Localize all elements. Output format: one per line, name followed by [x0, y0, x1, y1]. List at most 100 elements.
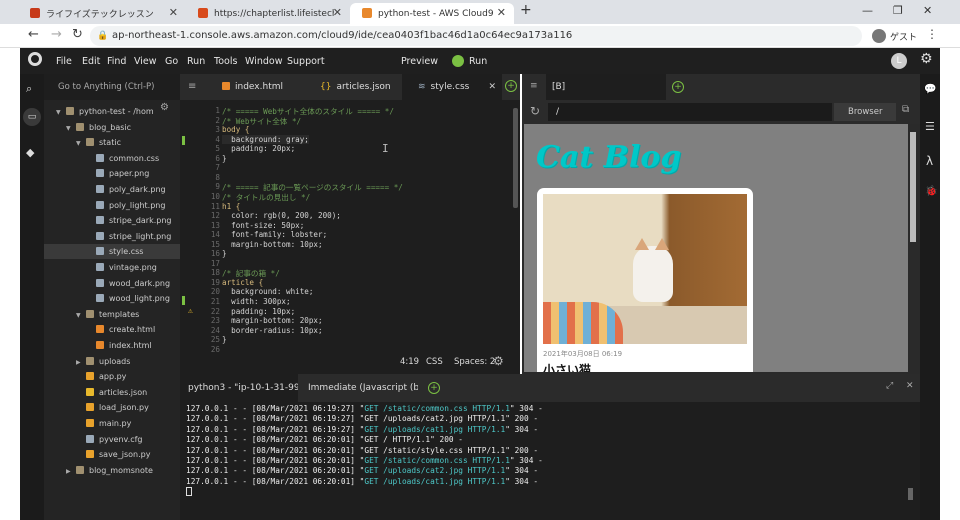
browser-tab-active[interactable]: python-test - AWS Cloud9 ✕ — [350, 3, 514, 24]
file-tree-item[interactable]: create.html — [44, 322, 180, 337]
chevron-down-icon[interactable]: ▼ — [66, 121, 76, 136]
environment-folder-icon[interactable]: ▭ — [23, 108, 41, 126]
close-tab-icon[interactable]: ✕ — [333, 6, 342, 19]
close-tab-icon[interactable]: ✕ — [169, 6, 178, 19]
file-tree-item[interactable]: pyvenv.cfg — [44, 432, 180, 447]
cat-ear — [635, 238, 649, 250]
file-tree-item[interactable]: poly_light.png — [44, 198, 180, 213]
preview-tab[interactable]: [B] https://cea0403f1bac4 — [546, 74, 666, 118]
lambda-icon[interactable]: λ — [926, 154, 933, 168]
run-button[interactable]: Run — [469, 56, 487, 67]
tab-index-html[interactable]: index.html — [206, 74, 302, 100]
search-icon[interactable]: ⌕ — [26, 82, 32, 96]
preview-button[interactable]: Preview — [401, 56, 438, 67]
log-prefix: 127.0.0.1 - - [08/Mar/2021 06:19:27] " — [186, 414, 365, 424]
pop-out-icon[interactable]: ⧉ — [902, 104, 909, 115]
address-bar[interactable]: 🔒 ap-northeast-1.console.aws.amazon.com/… — [90, 26, 862, 46]
settings-gear-icon[interactable]: ⚙ — [920, 51, 933, 67]
restore-button[interactable]: ❐ — [893, 4, 903, 17]
settings-gear-icon[interactable]: ⚙ — [493, 354, 504, 368]
chevron-down-icon[interactable]: ▼ — [76, 308, 86, 323]
menu-support[interactable]: Support — [287, 56, 325, 67]
file-tree-item[interactable]: wood_light.png — [44, 291, 180, 306]
refresh-icon[interactable]: ↻ — [530, 104, 540, 118]
file-tree-item[interactable]: ▼ blog_basic — [44, 120, 180, 135]
indentation-setting[interactable]: Spaces: 2 — [454, 357, 495, 367]
file-tree-item[interactable]: common.css — [44, 151, 180, 166]
maximize-panel-icon[interactable]: ⤢ — [886, 381, 893, 391]
file-tree-item[interactable]: style.css — [44, 244, 180, 260]
menu-view[interactable]: View — [134, 56, 157, 67]
debugger-icon[interactable]: 🐞 — [925, 186, 937, 197]
file-tree-item[interactable]: stripe_dark.png — [44, 213, 180, 228]
go-to-anything-input[interactable]: Go to Anything (Ctrl-P) — [44, 74, 180, 100]
tab-style-css[interactable]: ≋ style.css ✕ — [402, 74, 502, 100]
user-avatar[interactable]: L — [891, 53, 907, 69]
file-tree-item[interactable]: vintage.png — [44, 260, 180, 275]
chevron-down-icon[interactable]: ▼ — [56, 105, 66, 120]
file-tree-item[interactable]: wood_dark.png — [44, 276, 180, 291]
file-tree-item[interactable]: load_json.py — [44, 400, 180, 415]
menu-edit[interactable]: Edit — [82, 56, 100, 67]
file-tree-item[interactable]: app.py — [44, 369, 180, 384]
source-control-icon[interactable]: ◆ — [26, 146, 34, 159]
add-tab-icon[interactable]: + — [428, 382, 440, 394]
forward-arrow-icon[interactable]: → — [51, 27, 62, 42]
file-tree-item[interactable]: poly_dark.png — [44, 182, 180, 197]
chevron-right-icon[interactable]: ▶ — [66, 464, 76, 479]
terminal-line: 127.0.0.1 - - [08/Mar/2021 06:20:01] "GE… — [186, 446, 914, 456]
tab-python3-terminal[interactable]: python3 - "ip-10-1-31-99.i — [180, 374, 298, 402]
line-number: 23 — [210, 316, 220, 326]
terminal-scrollbar[interactable] — [908, 488, 913, 500]
file-tree-item[interactable]: articles.json — [44, 385, 180, 400]
code-line: } — [222, 153, 227, 163]
language-mode[interactable]: CSS — [426, 357, 443, 367]
close-tab-icon[interactable]: ✕ — [497, 6, 506, 19]
file-tree-item[interactable]: ▼ templates — [44, 307, 180, 322]
browser-tab[interactable]: https://chapterlist.lifeistech-lessc ✕ — [186, 3, 350, 24]
close-panel-icon[interactable]: ✕ — [906, 381, 914, 391]
menu-window[interactable]: Window — [245, 56, 282, 67]
close-window-button[interactable]: ✕ — [923, 4, 932, 17]
browser-menu-icon[interactable]: ⋮ — [926, 27, 938, 41]
preview-scrollbar[interactable] — [910, 132, 916, 242]
menu-file[interactable]: File — [56, 56, 72, 67]
file-tree-item[interactable]: index.html — [44, 338, 180, 353]
terminal-output[interactable]: 127.0.0.1 - - [08/Mar/2021 06:19:27] "GE… — [186, 404, 914, 514]
tree-settings-icon[interactable]: ⚙ — [160, 102, 169, 113]
collaborate-icon[interactable]: 💬 — [924, 84, 936, 95]
tab-immediate[interactable]: Immediate (Javascript (br — [300, 374, 418, 402]
file-tree-item[interactable]: ▶ uploads — [44, 354, 180, 369]
browser-tab[interactable]: ライフイズテックレッスン ✕ — [18, 3, 186, 24]
tab-articles-json[interactable]: {} articles.json — [304, 74, 400, 100]
profile-button[interactable]: ゲスト — [872, 27, 917, 45]
add-tab-icon[interactable]: + — [505, 80, 517, 92]
editor-scrollbar[interactable] — [513, 108, 518, 208]
tab-list-menu-icon[interactable]: ≡ — [188, 81, 196, 92]
chevron-down-icon[interactable]: ▼ — [76, 136, 86, 151]
reload-icon[interactable]: ↻ — [72, 27, 83, 42]
tab-list-menu-icon[interactable]: ≡ — [530, 81, 538, 91]
file-tree-item[interactable]: stripe_light.png — [44, 229, 180, 244]
menu-find[interactable]: Find — [107, 56, 126, 67]
file-tree-item[interactable]: ▼ static — [44, 135, 180, 150]
run-icon[interactable] — [452, 55, 464, 67]
back-arrow-icon[interactable]: ← — [28, 27, 39, 42]
file-tree-item[interactable]: ▶ blog_momsnote — [44, 463, 180, 478]
file-tree-item[interactable]: paper.png — [44, 166, 180, 181]
menu-tools[interactable]: Tools — [214, 56, 237, 67]
menu-run[interactable]: Run — [187, 56, 205, 67]
code-editor[interactable]: 1/* ===== Webサイト全体のスタイル ===== */2/* Webサ… — [180, 100, 520, 374]
preview-url-input[interactable]: / — [548, 103, 832, 121]
chevron-right-icon[interactable]: ▶ — [76, 355, 86, 370]
cursor-position[interactable]: 4:19 — [400, 357, 419, 367]
close-tab-icon[interactable]: ✕ — [488, 74, 496, 100]
file-tree-item[interactable]: save_json.py — [44, 447, 180, 462]
menu-go[interactable]: Go — [165, 56, 178, 67]
new-tab-button[interactable]: + — [520, 2, 532, 18]
outline-icon[interactable]: ☰ — [925, 120, 935, 133]
minimize-button[interactable]: — — [862, 4, 873, 17]
add-tab-icon[interactable]: + — [672, 81, 684, 93]
file-tree-item[interactable]: main.py — [44, 416, 180, 431]
browser-dropdown-button[interactable]: Browser — [834, 103, 896, 121]
